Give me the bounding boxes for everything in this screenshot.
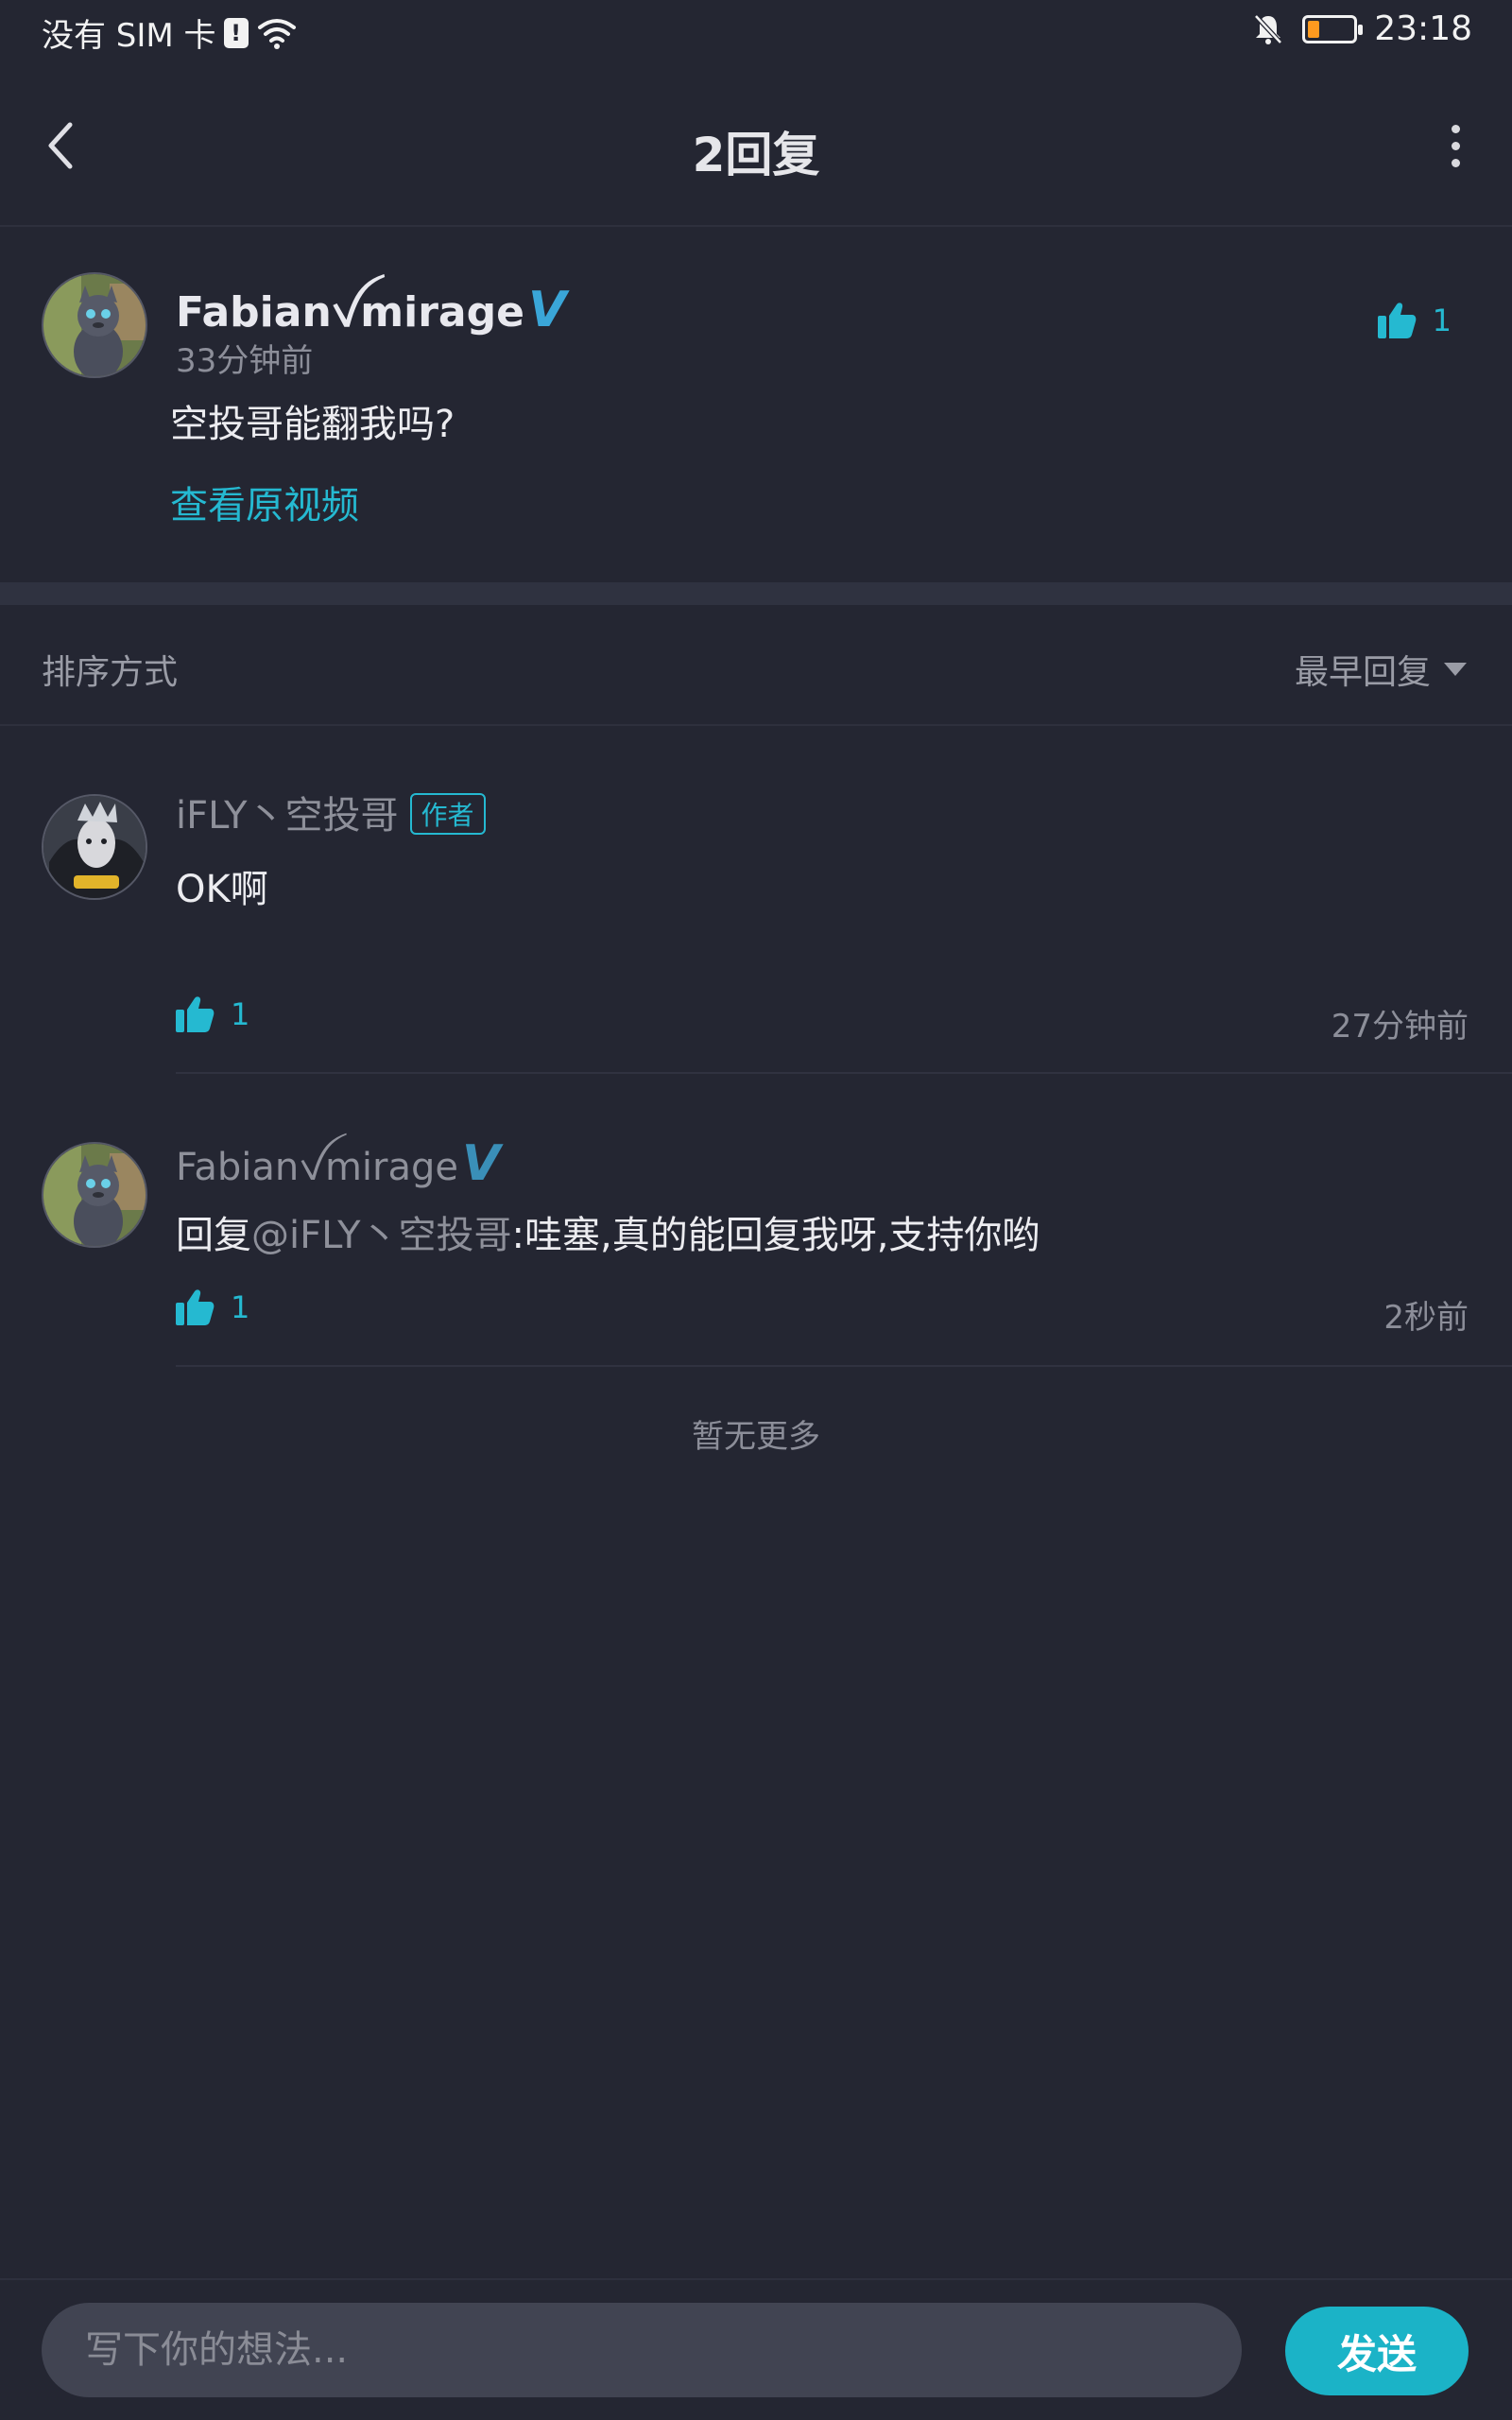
sim-alert-icon: ! bbox=[223, 17, 249, 48]
cat-avatar-image bbox=[43, 274, 146, 376]
reply-content: 回复@iFLY丶空投哥:哇塞,真的能回复我呀,支持你哟 bbox=[176, 1204, 1040, 1259]
reply-prefix: 回复 bbox=[176, 1214, 251, 1257]
section-divider bbox=[0, 582, 1512, 605]
like-count: 1 bbox=[1432, 302, 1452, 338]
verified-icon: V bbox=[462, 1135, 501, 1192]
like-button[interactable]: 1 bbox=[174, 994, 249, 1034]
sort-row: 排序方式 最早回复 bbox=[0, 605, 1512, 726]
mention-link[interactable]: @iFLY丶空投哥 bbox=[251, 1214, 512, 1257]
thumbs-up-icon bbox=[176, 996, 215, 1032]
carrier-text: 没有 SIM 卡 bbox=[42, 17, 216, 55]
more-options-button[interactable] bbox=[1436, 117, 1474, 174]
like-button[interactable]: 1 bbox=[1376, 301, 1452, 340]
thumbs-up-icon bbox=[176, 1289, 215, 1325]
reply-item: iFLY丶空投哥 作者 OK啊 1 27分钟前 bbox=[0, 728, 1512, 1074]
reply-content: OK啊 bbox=[176, 868, 268, 911]
author-badge: 作者 bbox=[409, 793, 486, 835]
more-dot bbox=[1451, 141, 1460, 150]
status-left: 没有 SIM 卡 ! bbox=[42, 9, 298, 56]
cat-avatar-image bbox=[43, 1144, 146, 1246]
thumbs-up-icon bbox=[1377, 302, 1417, 338]
battery-icon bbox=[1302, 14, 1364, 43]
comment-content: 空投哥能翻我吗? bbox=[170, 403, 455, 446]
sort-dropdown[interactable]: 最早回复 bbox=[1295, 645, 1467, 694]
username-text: Fabianꪜmirage bbox=[176, 1146, 459, 1189]
more-vertical-icon bbox=[1451, 124, 1460, 133]
username[interactable]: FabianꪜmirageV bbox=[176, 1131, 500, 1210]
divider bbox=[176, 1365, 1512, 1367]
send-button[interactable]: 发送 bbox=[1285, 2307, 1469, 2395]
sort-selected: 最早回复 bbox=[1294, 653, 1431, 692]
comment-input[interactable] bbox=[42, 2303, 1242, 2397]
nav-bar: 2回复 bbox=[0, 70, 1512, 227]
reply-time: 27分钟前 bbox=[1331, 1008, 1469, 1046]
reply-item: FabianꪜmirageV 回复@iFLY丶空投哥:哇塞,真的能回复我呀,支持… bbox=[0, 1074, 1512, 1367]
author-avatar-image bbox=[43, 796, 146, 898]
battery-level bbox=[1308, 20, 1320, 38]
avatar[interactable] bbox=[42, 272, 147, 378]
like-count: 1 bbox=[231, 1289, 250, 1325]
more-dot bbox=[1451, 158, 1460, 167]
avatar[interactable] bbox=[42, 794, 147, 900]
caret-down-icon bbox=[1444, 663, 1467, 676]
reply-time: 2秒前 bbox=[1383, 1299, 1469, 1337]
status-bar: 没有 SIM 卡 ! 23:18 bbox=[0, 0, 1512, 70]
reply-text: :哇塞,真的能回复我呀,支持你哟 bbox=[511, 1214, 1040, 1257]
username-text: iFLY丶空投哥 bbox=[176, 794, 399, 838]
no-more-text: 暂无更多 bbox=[692, 1418, 820, 1456]
like-count: 1 bbox=[231, 996, 250, 1032]
mute-bell-icon bbox=[1254, 13, 1283, 44]
status-right: 23:18 bbox=[1251, 9, 1472, 48]
page-title: 2回复 bbox=[692, 128, 820, 182]
verified-icon: V bbox=[527, 282, 567, 338]
sort-label: 排序方式 bbox=[42, 653, 179, 692]
clock-text: 23:18 bbox=[1374, 9, 1472, 48]
wifi-icon bbox=[257, 18, 296, 49]
main-comment: FabianꪜmirageV 33分钟前 空投哥能翻我吗? 查看原视频 1 bbox=[0, 229, 1512, 582]
avatar[interactable] bbox=[42, 1142, 147, 1248]
comment-input-bar: 发送 bbox=[0, 2278, 1512, 2420]
like-button[interactable]: 1 bbox=[174, 1288, 249, 1327]
username-text: Fabianꪜmirage bbox=[176, 288, 524, 337]
username[interactable]: iFLY丶空投哥 作者 bbox=[176, 785, 486, 839]
view-original-video-link[interactable]: 查看原视频 bbox=[170, 475, 359, 529]
comment-time: 33分钟前 bbox=[176, 342, 314, 380]
